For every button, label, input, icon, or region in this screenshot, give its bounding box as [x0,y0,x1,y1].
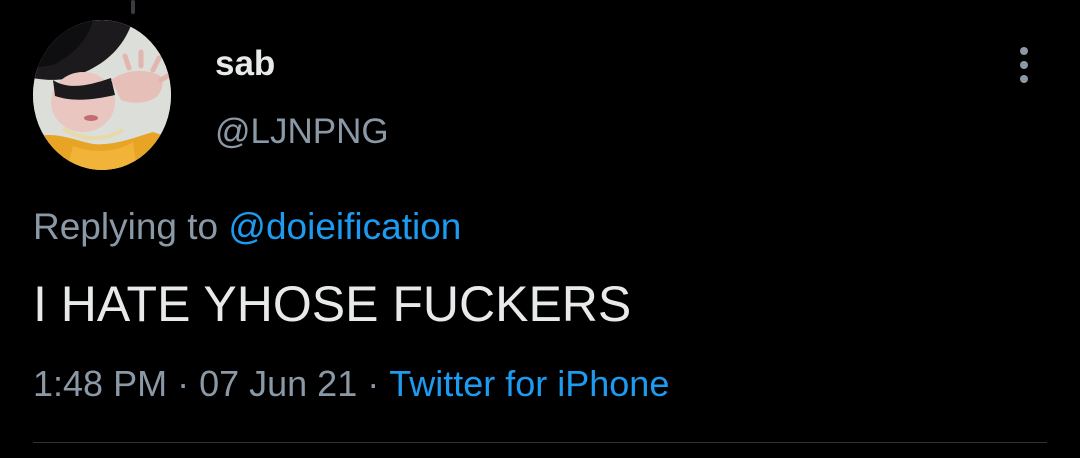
more-vertical-icon [1020,47,1028,83]
display-name[interactable]: sab [215,44,275,84]
tweet-date[interactable]: 07 Jun 21 [199,363,357,404]
tweet-time[interactable]: 1:48 PM [33,363,167,404]
tweet-metadata: 1:48 PM · 07 Jun 21 · Twitter for iPhone [33,362,669,406]
avatar-image [33,20,171,170]
avatar[interactable] [33,20,171,170]
tweet-source-link[interactable]: Twitter for iPhone [389,363,669,404]
more-options-button[interactable] [1006,40,1042,90]
tweet-text: I HATE YHOSE FUCKERS [33,276,632,332]
thread-connector-line [131,0,135,14]
replying-to: Replying to @doieification [33,205,461,249]
replying-to-label: Replying to [33,206,219,247]
replying-to-mention-link[interactable]: @doieification [228,206,461,247]
divider [33,442,1047,443]
meta-separator: · [367,363,380,404]
user-handle[interactable]: @LJNPNG [215,112,389,152]
meta-separator: · [177,363,190,404]
